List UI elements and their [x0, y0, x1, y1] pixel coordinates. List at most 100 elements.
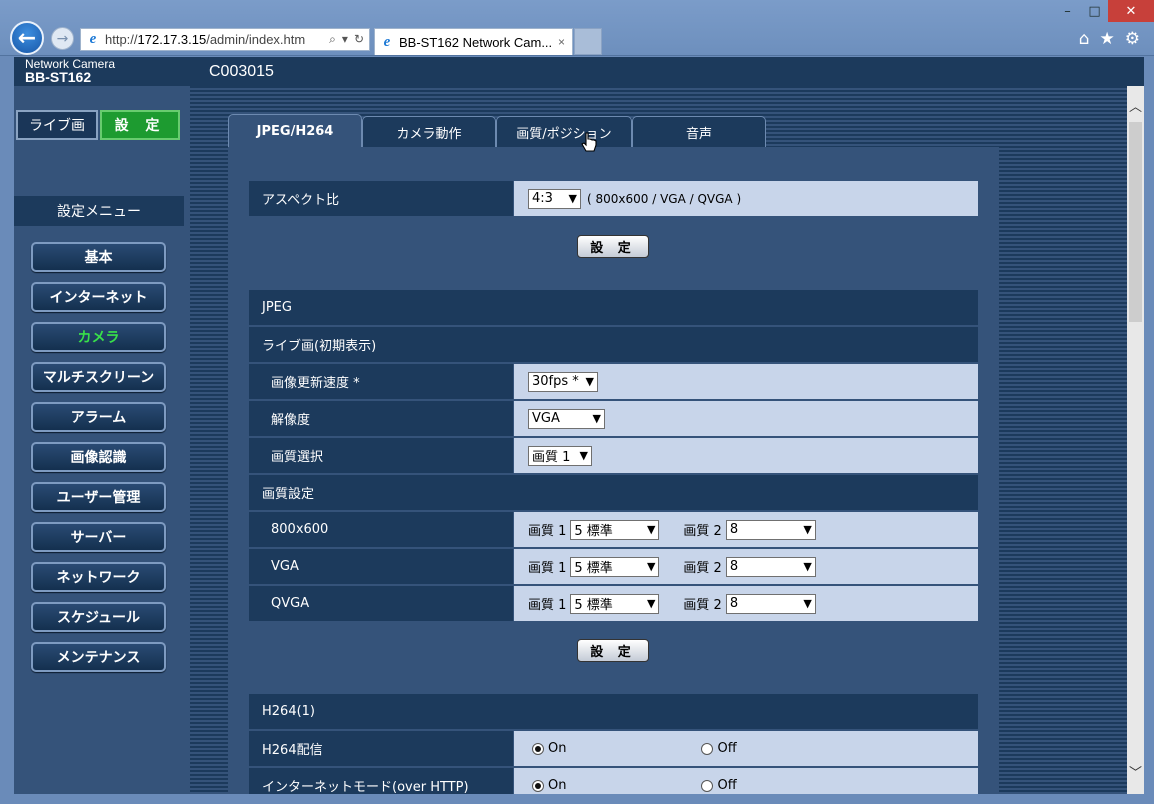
quality-row-cell: 画質 1 5 標準 ▼ 画質 2 8 ▼	[514, 512, 978, 547]
quality-select-cell: 画質 1 ▼	[514, 438, 978, 473]
scroll-thumb[interactable]	[1129, 122, 1142, 322]
quality1-select[interactable]: 5 標準 ▼	[570, 556, 660, 577]
h264-delivery-cell: On Off	[514, 731, 978, 766]
tab-jpeg-h264[interactable]: JPEG/H264	[228, 114, 362, 147]
menu-schedule[interactable]: スケジュール	[31, 602, 166, 632]
quality1-label: 画質 1	[528, 524, 567, 539]
ie-tab-icon: e	[383, 33, 391, 50]
resolution-label: 解像度	[249, 401, 513, 436]
quality-select[interactable]: 画質 1 ▼	[528, 445, 592, 466]
internet-mode-off-radio[interactable]: Off	[701, 778, 737, 793]
search-icon[interactable]: ⌕	[329, 32, 336, 47]
tab-camera-operation[interactable]: カメラ動作	[362, 116, 496, 147]
menu-basic[interactable]: 基本	[31, 242, 166, 272]
off-label: Off	[717, 741, 737, 756]
quality-row-label: 800x600	[249, 512, 513, 547]
section-quality-settings: 画質設定	[249, 475, 978, 510]
refresh-rate-select[interactable]: 30fps * ▼	[528, 371, 598, 392]
hand-cursor-icon	[581, 132, 597, 152]
url-prefix: http://	[105, 32, 138, 47]
on-label: On	[548, 778, 567, 793]
h264-delivery-label: H264配信	[249, 731, 513, 766]
off-label: Off	[717, 778, 737, 793]
quality-row-vga: VGA 画質 1 5 標準 ▼ 画質 2 8 ▼	[249, 549, 978, 584]
quality1-select[interactable]: 5 標準 ▼	[570, 593, 660, 614]
new-tab-button[interactable]	[574, 28, 602, 55]
model-label: BB-ST162	[25, 69, 92, 85]
apply-button-aspect[interactable]: 設 定	[577, 235, 649, 258]
aspect-label: アスペクト比	[249, 181, 513, 216]
h264-delivery-off-radio[interactable]: Off	[701, 741, 737, 756]
internet-mode-label: インターネットモード(over HTTP)	[249, 768, 513, 794]
h264-delivery-on-radio[interactable]: On	[532, 741, 566, 756]
refresh-rate-row: 画像更新速度 * 30fps * ▼	[249, 364, 978, 399]
forward-button[interactable]: →	[51, 27, 74, 50]
tab-close-icon[interactable]: ×	[558, 35, 572, 49]
setup-button[interactable]: 設 定	[100, 110, 180, 140]
window-controls: – □ ✕	[1054, 0, 1154, 22]
chevron-down-icon: ▼	[803, 597, 812, 610]
sidebar: ライブ画 設 定 設定メニュー 基本 インターネット カメラ マルチスクリーン …	[14, 86, 190, 794]
aspect-select[interactable]: 4:3 ▼	[528, 188, 581, 209]
quality-row-qvga: QVGA 画質 1 5 標準 ▼ 画質 2 8 ▼	[249, 586, 978, 621]
address-bar[interactable]: e http://172.17.3.15/admin/index.htm ⌕ ▾…	[80, 28, 370, 51]
quality-select-label: 画質選択	[249, 438, 513, 473]
dropdown-icon[interactable]: ▾	[342, 32, 348, 47]
maximize-icon[interactable]: □	[1081, 0, 1108, 22]
chevron-down-icon: ▼	[803, 523, 812, 536]
back-arrow-icon: ←	[17, 25, 37, 51]
quality-select-row: 画質選択 画質 1 ▼	[249, 438, 978, 473]
internet-mode-on-radio[interactable]: On	[532, 778, 566, 793]
resolution-value: VGA	[532, 411, 560, 426]
back-button[interactable]: ←	[10, 21, 44, 55]
address-text[interactable]: http://172.17.3.15/admin/index.htm	[105, 32, 324, 47]
tab-image-position[interactable]: 画質/ポジション	[496, 116, 632, 147]
settings-gear-icon[interactable]: ⚙	[1125, 29, 1140, 49]
quality1-label: 画質 1	[528, 561, 567, 576]
chevron-down-icon: ▼	[585, 375, 594, 388]
apply-button-jpeg[interactable]: 設 定	[577, 639, 649, 662]
scroll-up-icon[interactable]: ︿	[1127, 96, 1144, 115]
refresh-icon[interactable]: ↻	[354, 32, 364, 47]
quality-row-label: VGA	[249, 549, 513, 584]
scroll-down-icon[interactable]: ﹀	[1127, 762, 1144, 781]
menu-server[interactable]: サーバー	[31, 522, 166, 552]
quality2-select[interactable]: 8 ▼	[725, 519, 816, 540]
resolution-select[interactable]: VGA ▼	[528, 408, 605, 429]
quality1-label: 画質 1	[528, 598, 567, 613]
live-view-button[interactable]: ライブ画	[16, 110, 98, 140]
quality2-select[interactable]: 8 ▼	[725, 593, 816, 614]
quality2-select[interactable]: 8 ▼	[725, 556, 816, 577]
menu-camera[interactable]: カメラ	[31, 322, 166, 352]
quality1-select[interactable]: 5 標準 ▼	[570, 519, 660, 540]
tab-audio[interactable]: 音声	[632, 116, 766, 147]
refresh-rate-value: 30fps *	[532, 374, 579, 389]
quality2-label: 画質 2	[683, 524, 722, 539]
settings-panel: アスペクト比 4:3 ▼ ( 800x600 / VGA / QVGA ) 設 定…	[228, 147, 999, 794]
close-icon[interactable]: ✕	[1108, 0, 1154, 22]
quality-select-value: 画質 1	[532, 450, 571, 465]
favorites-star-icon[interactable]: ★	[1100, 29, 1115, 49]
chevron-down-icon: ▼	[803, 560, 812, 573]
menu-network[interactable]: ネットワーク	[31, 562, 166, 592]
menu-alarm[interactable]: アラーム	[31, 402, 166, 432]
chevron-down-icon: ▼	[592, 412, 601, 425]
resolution-cell: VGA ▼	[514, 401, 978, 436]
radio-selected-icon	[532, 779, 544, 792]
quality2-label: 画質 2	[683, 598, 722, 613]
browser-tab[interactable]: e BB-ST162 Network Cam... ×	[374, 28, 573, 55]
ie-icon: e	[89, 31, 97, 47]
window-bottom-border	[0, 794, 1154, 804]
menu-image-recognition[interactable]: 画像認識	[31, 442, 166, 472]
refresh-rate-label: 画像更新速度 *	[249, 364, 513, 399]
quality-row-cell: 画質 1 5 標準 ▼ 画質 2 8 ▼	[514, 549, 978, 584]
menu-user-management[interactable]: ユーザー管理	[31, 482, 166, 512]
minimize-icon[interactable]: –	[1054, 0, 1081, 22]
quality1-value: 5 標準	[574, 598, 613, 613]
scrollbar[interactable]: ︿ ﹀	[1127, 86, 1144, 794]
home-icon[interactable]: ⌂	[1079, 29, 1090, 49]
menu-maintenance[interactable]: メンテナンス	[31, 642, 166, 672]
on-label: On	[548, 741, 567, 756]
menu-multiscreen[interactable]: マルチスクリーン	[31, 362, 166, 392]
menu-internet[interactable]: インターネット	[31, 282, 166, 312]
